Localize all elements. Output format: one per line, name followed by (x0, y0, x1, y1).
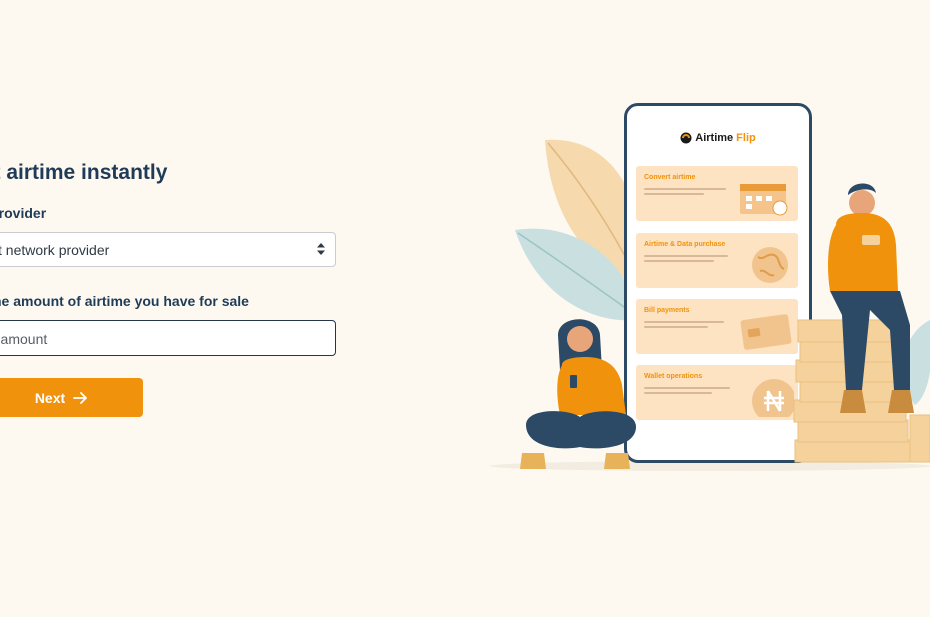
next-button-label: Next (34, 389, 66, 406)
network-provider-select-value: ct network provider (0, 242, 110, 258)
network-provider-select[interactable]: ct network provider (0, 232, 336, 267)
people-and-coins (520, 183, 930, 469)
airtime-amount-placeholder: r amount (0, 331, 48, 347)
next-button[interactable]: Next (0, 378, 143, 417)
convert-airtime-form: vert airtime instantly rk provider ct ne… (0, 0, 360, 617)
hero-illustration: Airtime Flip Convert airtime Airtime & Da… (490, 95, 930, 495)
arrow-right-icon (73, 391, 88, 404)
network-provider-label: rk provider (0, 205, 47, 221)
airtime-amount-label: he amount of airtime you have for sale (0, 293, 249, 309)
select-arrows-icon (317, 243, 325, 255)
woman-figure (520, 319, 636, 469)
airtime-amount-input[interactable]: r amount (0, 320, 336, 356)
page-title: vert airtime instantly (0, 161, 168, 184)
